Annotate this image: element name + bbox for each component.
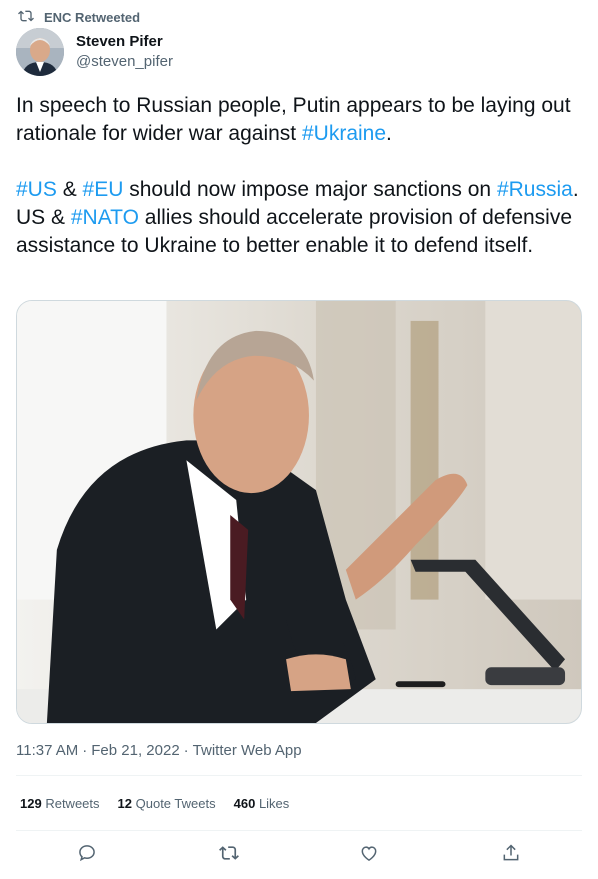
- tweet-meta: 11:37 AM · Feb 21, 2022 · Twitter Web Ap…: [16, 742, 302, 759]
- tweet-date[interactable]: Feb 21, 2022: [91, 742, 179, 759]
- likes-count: 460: [233, 796, 256, 811]
- hashtag-us[interactable]: #US: [16, 178, 57, 201]
- author-display-name[interactable]: Steven Pifer: [76, 32, 173, 52]
- meta-separator: ·: [82, 742, 88, 759]
- quote-tweets-stat[interactable]: 12 Quote Tweets: [118, 796, 216, 811]
- share-icon: [501, 843, 521, 868]
- hashtag-nato[interactable]: #NATO: [71, 206, 139, 229]
- divider: [16, 830, 582, 831]
- share-button[interactable]: [500, 843, 522, 868]
- tweet-time[interactable]: 11:37 AM: [16, 742, 78, 759]
- meta-separator: ·: [183, 742, 189, 759]
- reply-icon: [77, 843, 97, 868]
- tweet-text-segment: &: [56, 178, 83, 201]
- retweets-count: 129: [20, 796, 42, 811]
- likes-label: Likes: [258, 796, 290, 811]
- like-button[interactable]: [358, 844, 380, 866]
- tweet-text-segment: In speech to Russian people, Putin appea…: [16, 94, 577, 145]
- avatar[interactable]: [16, 28, 64, 76]
- divider: [16, 775, 582, 776]
- like-icon: [359, 843, 379, 868]
- tweet-author[interactable]: Steven Pifer @steven_pifer: [16, 28, 173, 76]
- tweet-text-segment: should now impose major sanctions on: [123, 178, 497, 201]
- quote-tweets-label: Quote Tweets: [135, 796, 216, 811]
- hashtag-russia[interactable]: #Russia: [497, 178, 573, 201]
- retweet-button[interactable]: [218, 844, 240, 866]
- hashtag-ukraine[interactable]: #Ukraine: [302, 122, 386, 145]
- tweet-source[interactable]: Twitter Web App: [193, 742, 302, 759]
- retweets-label: Retweets: [45, 796, 100, 811]
- hashtag-eu[interactable]: #EU: [83, 178, 124, 201]
- tweet-stats: 129 Retweets 12 Quote Tweets 460 Likes: [20, 796, 289, 811]
- retweet-icon: [219, 843, 239, 868]
- tweet-text-segment: .: [386, 122, 392, 145]
- retweet-banner-label: ENC Retweeted: [44, 10, 141, 25]
- reply-button[interactable]: [76, 844, 98, 866]
- retweet-icon: [18, 8, 34, 27]
- retweet-banner[interactable]: ENC Retweeted: [18, 8, 140, 27]
- likes-stat[interactable]: 460 Likes: [234, 796, 290, 811]
- author-handle[interactable]: @steven_pifer: [76, 52, 173, 72]
- quote-tweets-count: 12: [117, 796, 132, 811]
- tweet-text: In speech to Russian people, Putin appea…: [16, 92, 586, 260]
- retweets-stat[interactable]: 129 Retweets: [20, 796, 100, 811]
- tweet-actions: [0, 840, 598, 870]
- tweet-photo[interactable]: [16, 300, 582, 724]
